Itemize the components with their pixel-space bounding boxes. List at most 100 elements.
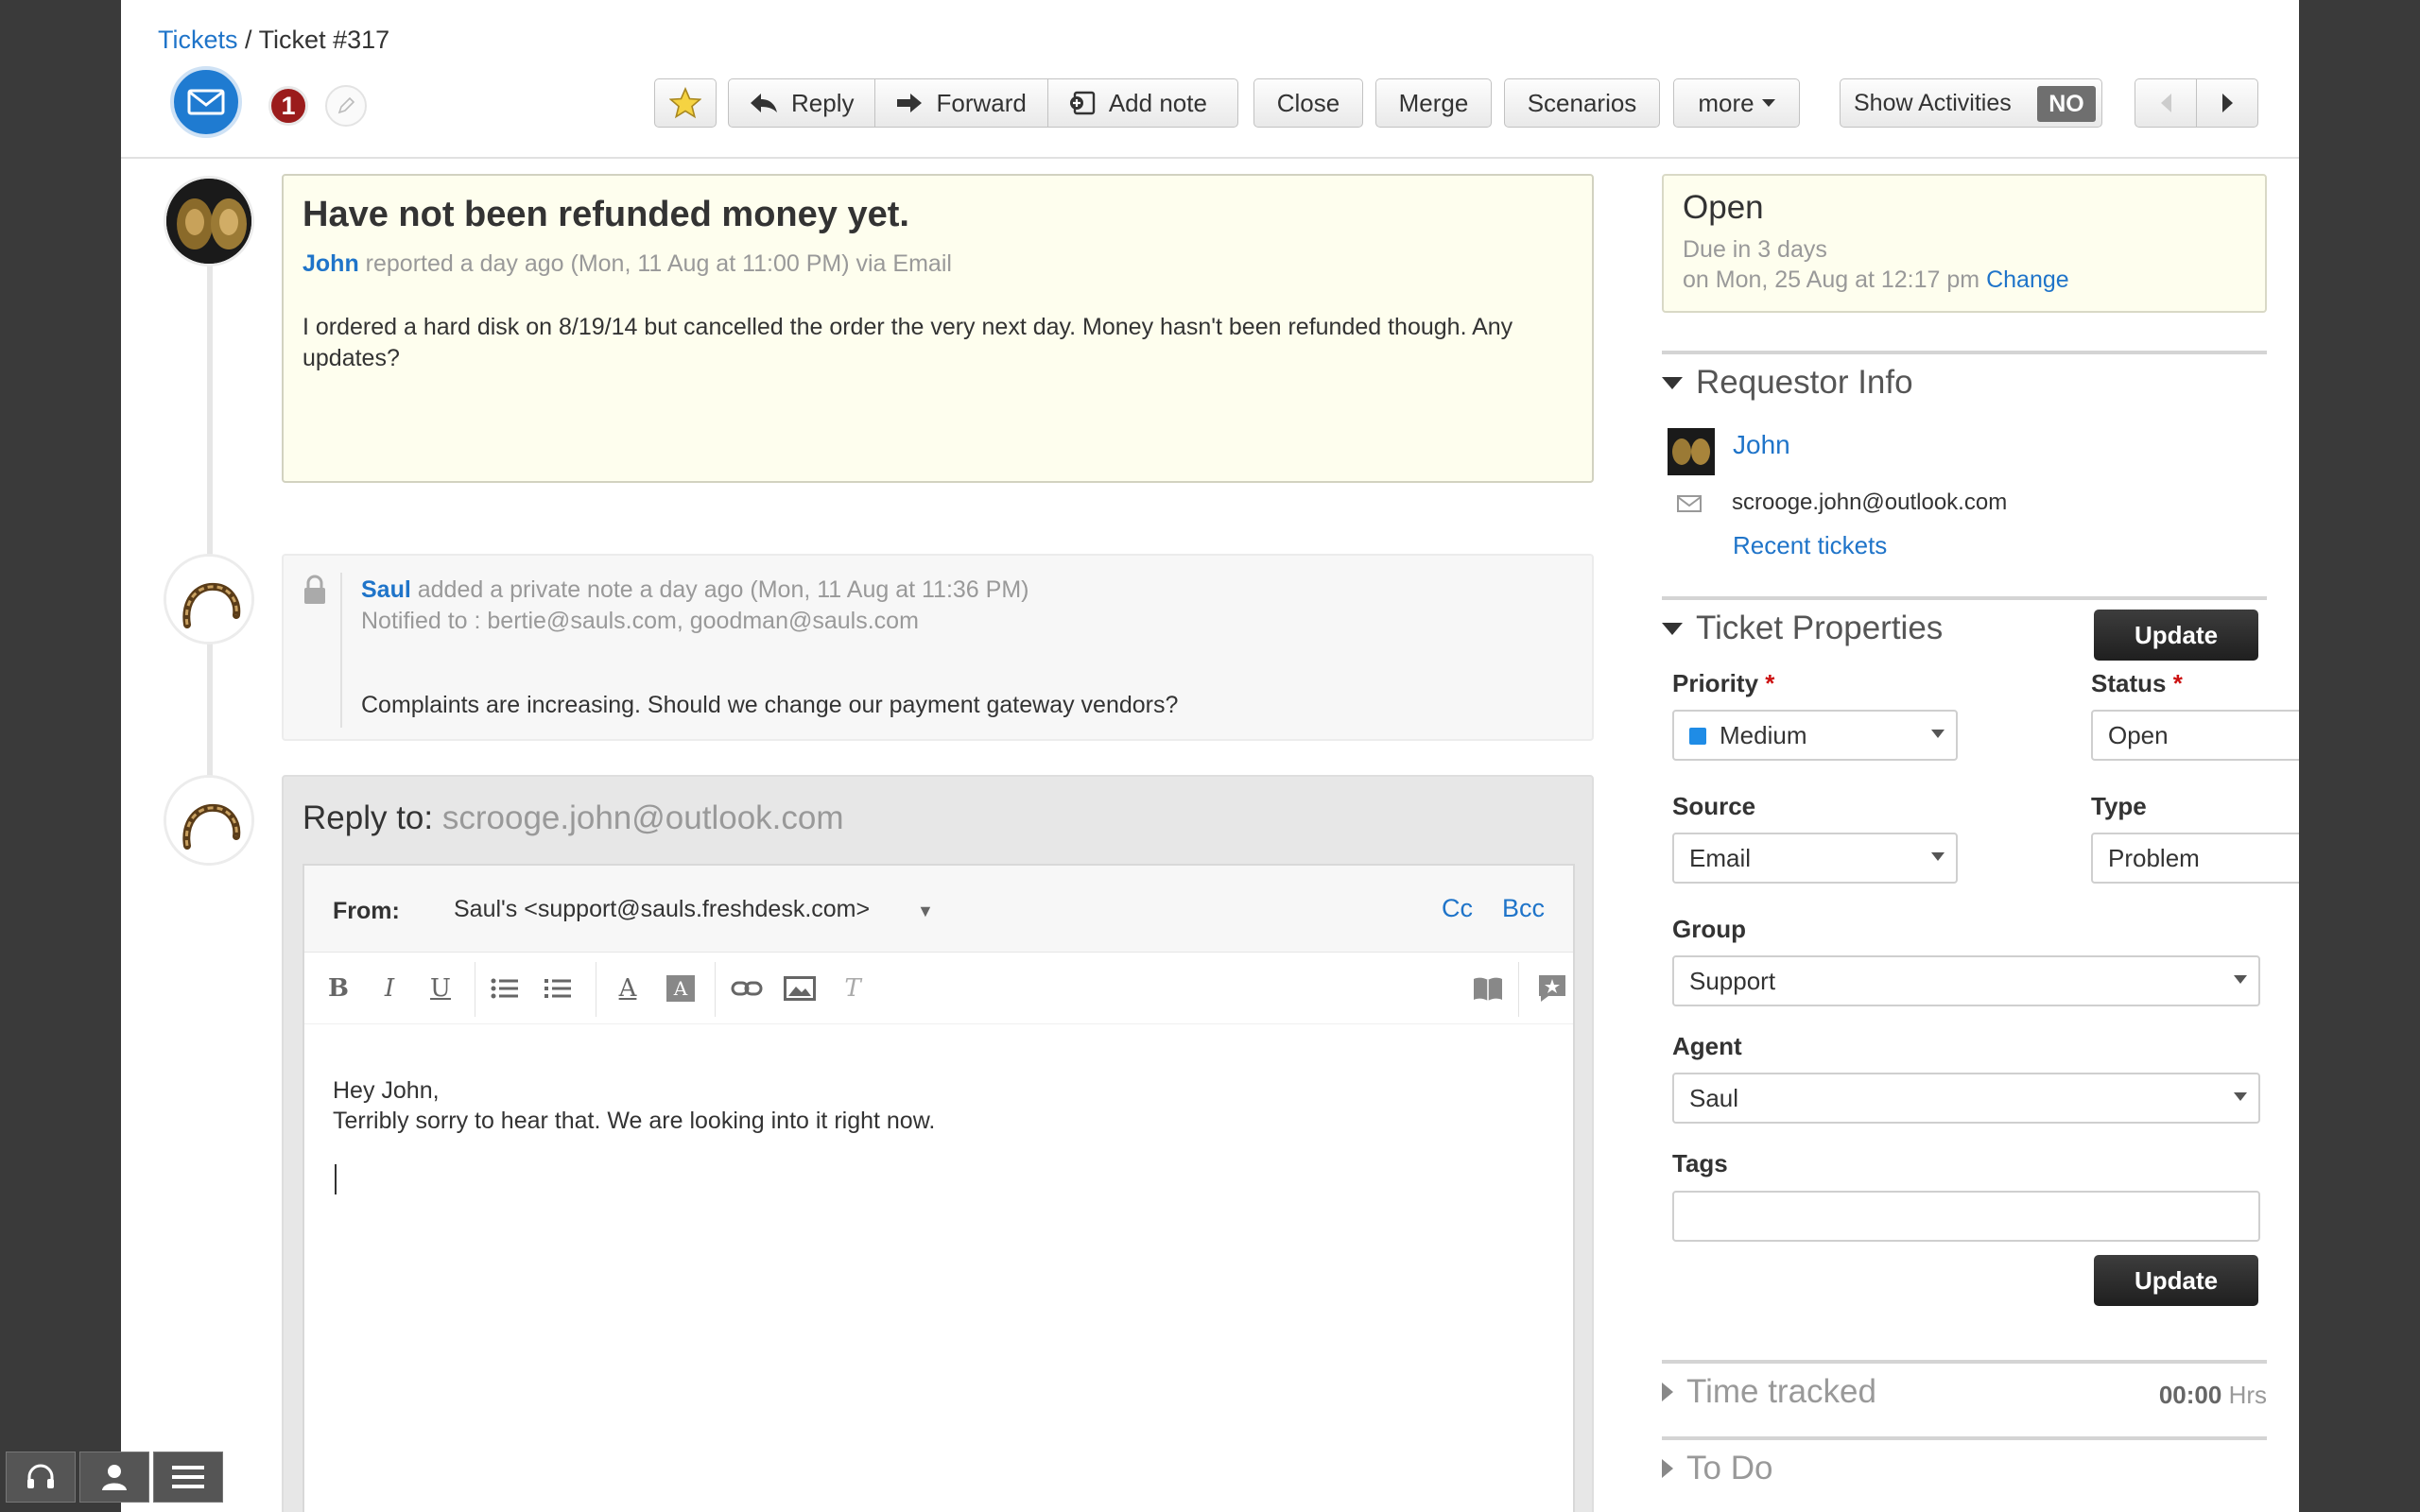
image-icon[interactable]: [781, 968, 819, 1009]
status-title: Open: [1683, 189, 1764, 226]
reply-to: Reply to: scrooge.john@outlook.com: [302, 799, 844, 837]
reply-body[interactable]: Hey John, Terribly sorry to hear that. W…: [333, 1075, 935, 1136]
prev-ticket-button[interactable]: [2135, 78, 2197, 128]
toggle-state: NO: [2037, 86, 2096, 122]
reply-button[interactable]: Reply: [729, 79, 876, 127]
update-button-top[interactable]: Update: [2094, 610, 2258, 661]
link-icon[interactable]: [728, 968, 766, 1009]
ticket-properties-heading: Ticket Properties: [1696, 610, 1944, 646]
source-value: Email: [1689, 843, 1752, 872]
clear-format-icon[interactable]: T: [834, 968, 872, 1009]
bold-icon[interactable]: B: [320, 968, 357, 1009]
avatar: [164, 176, 254, 266]
conversation-timeline: [207, 217, 213, 822]
add-note-button[interactable]: Add note: [1048, 79, 1228, 127]
canned-response-icon[interactable]: [1533, 968, 1571, 1009]
requester-name-link[interactable]: John: [1733, 430, 1790, 460]
priority-select[interactable]: Medium: [1672, 710, 1958, 761]
close-button[interactable]: Close: [1253, 78, 1363, 128]
notification-badge[interactable]: 1: [268, 86, 308, 126]
underline-icon[interactable]: U: [422, 968, 459, 1009]
show-activities-label: Show Activities: [1854, 89, 2012, 116]
source-select[interactable]: Email: [1672, 833, 1958, 884]
reply-button-group: Reply Forward Add note: [728, 78, 1238, 128]
numbered-list-icon[interactable]: [539, 968, 577, 1009]
bcc-link[interactable]: Bcc: [1502, 894, 1545, 923]
avatar: [164, 554, 254, 644]
required-mark: *: [2172, 669, 2183, 697]
toolbar-separator: [715, 962, 716, 1017]
dropdown-caret-icon: [2234, 1092, 2247, 1101]
text-cursor: [335, 1164, 337, 1194]
more-label: more: [1698, 88, 1754, 117]
user-profile-icon[interactable]: [79, 1452, 149, 1503]
from-caret-icon[interactable]: ▼: [917, 902, 934, 921]
ticket-subject: Have not been refunded money yet.: [302, 195, 909, 234]
private-note: Saul added a private note a day ago (Mon…: [282, 554, 1594, 741]
breadcrumb-tickets-link[interactable]: Tickets: [158, 26, 238, 54]
requestor-info-toggle[interactable]: Requestor Info: [1662, 364, 2267, 402]
ticket-body: I ordered a hard disk on 8/19/14 but can…: [302, 314, 1513, 371]
group-label: Group: [1672, 915, 1746, 943]
tags-input[interactable]: [1672, 1191, 2260, 1242]
forward-button[interactable]: Forward: [875, 79, 1048, 127]
time-value: 00:00: [2158, 1381, 2222, 1409]
breadcrumb-separator: /: [245, 26, 252, 54]
star-icon: [669, 87, 701, 119]
status-label: Status *: [2091, 669, 2183, 698]
note-notified: Notified to : bertie@sauls.com, goodman@…: [361, 608, 919, 634]
change-due-link[interactable]: Change: [1986, 266, 2069, 293]
edit-pencil-icon[interactable]: [325, 85, 367, 127]
group-select[interactable]: Support: [1672, 955, 2260, 1006]
time-unit: Hrs: [2228, 1381, 2267, 1409]
italic-icon[interactable]: I: [371, 968, 408, 1009]
show-activities-toggle[interactable]: Show Activities NO: [1840, 78, 2102, 128]
type-select[interactable]: Problem: [2091, 833, 2299, 884]
requester-avatar: [1668, 428, 1715, 475]
note-divider: [340, 573, 342, 728]
reply-line-2: Terribly sorry to hear that. We are look…: [333, 1108, 936, 1134]
solutions-book-icon[interactable]: [1469, 968, 1507, 1009]
lock-icon: [304, 575, 325, 604]
reply-to-label: Reply to:: [302, 799, 434, 836]
time-tracked-value: 00:00 Hrs: [2159, 1381, 2267, 1410]
requester-link[interactable]: John: [302, 250, 359, 277]
text-color-icon[interactable]: A: [609, 968, 647, 1009]
prev-arrow-icon: [2160, 94, 2171, 112]
editor-toolbar: B I U A A T: [304, 953, 1573, 1024]
scenarios-button[interactable]: Scenarios: [1504, 78, 1660, 128]
agent-select[interactable]: Saul: [1672, 1073, 2260, 1124]
add-note-icon: [1069, 91, 1096, 115]
source-label: Source: [1672, 792, 1756, 820]
menu-icon[interactable]: [153, 1452, 223, 1503]
background-color-icon[interactable]: A: [662, 968, 700, 1009]
forward-arrow-icon: [897, 94, 923, 112]
more-dropdown-button[interactable]: more: [1673, 78, 1800, 128]
note-meta: Saul added a private note a day ago (Mon…: [361, 575, 1028, 637]
next-ticket-button[interactable]: [2196, 78, 2258, 128]
priority-label: Priority *: [1672, 669, 1774, 698]
merge-button[interactable]: Merge: [1375, 78, 1492, 128]
recent-tickets-link[interactable]: Recent tickets: [1733, 531, 1887, 560]
cc-link[interactable]: Cc: [1442, 894, 1473, 923]
priority-color-swatch: [1689, 728, 1706, 745]
email-icon: [1677, 495, 1702, 512]
ticket-description: Have not been refunded money yet. John r…: [282, 174, 1594, 483]
ticket-meta: John reported a day ago (Mon, 11 Aug at …: [302, 250, 1573, 278]
star-button[interactable]: [654, 78, 717, 128]
from-select[interactable]: Saul's <support@sauls.freshdesk.com>: [454, 896, 870, 923]
update-button-bottom[interactable]: Update: [2094, 1255, 2258, 1306]
agent-label: Agent: [1672, 1032, 1742, 1060]
time-tracked-label: Time tracked: [1686, 1373, 1876, 1410]
status-select[interactable]: Open: [2091, 710, 2299, 761]
bullet-list-icon[interactable]: [486, 968, 524, 1009]
dropdown-caret-icon: [2234, 975, 2247, 984]
note-author-link[interactable]: Saul: [361, 576, 411, 603]
next-arrow-icon: [2221, 94, 2233, 112]
status-value: Open: [2108, 720, 2169, 749]
add-note-label: Add note: [1108, 88, 1207, 117]
support-headset-icon[interactable]: [6, 1452, 76, 1503]
todo-toggle[interactable]: To Do: [1662, 1450, 2267, 1487]
expand-triangle-icon: [1662, 1383, 1673, 1401]
due-text: Due in 3 days on Mon, 25 Aug at 12:17 pm…: [1683, 234, 2246, 295]
